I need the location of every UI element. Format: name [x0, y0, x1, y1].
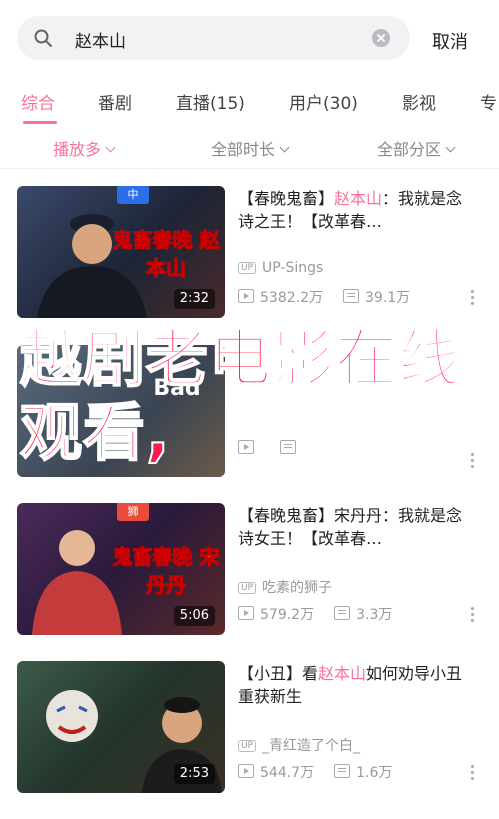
video-item[interactable]: 2:53 【小丑】看赵本山如何劝导小丑重获新生 UP _青红造了个白_ 544.7…	[0, 661, 499, 819]
video-title[interactable]: 【春晚鬼畜】赵本山：我就是念诗之王！【改革春…	[238, 187, 478, 233]
thumb-caption: 鬼畜春晚 赵本山	[112, 228, 220, 281]
title-prefix: 【春晚鬼畜】	[238, 189, 335, 208]
video-title[interactable]: 【小丑】看赵本山如何劝导小丑重获新生	[238, 662, 478, 708]
video-thumbnail[interactable]: 2:53	[17, 661, 225, 793]
thumb-caption: 鬼畜春晚 宋丹丹	[112, 545, 220, 598]
filter-zone[interactable]: 全部分区	[377, 136, 456, 160]
search-header: 赵本山 取消	[0, 0, 499, 78]
play-count-icon	[238, 764, 254, 778]
uploader[interactable]: UP UP-Sings	[238, 260, 323, 276]
video-stats: 579.2万 3.3万	[238, 604, 392, 624]
uploader-name: UP-Sings	[262, 260, 324, 276]
more-icon[interactable]	[471, 765, 475, 783]
uploader[interactable]: UP _青红造了个白_	[238, 735, 360, 755]
title-highlight: 赵本山	[334, 189, 383, 208]
more-icon[interactable]	[471, 607, 475, 625]
search-input[interactable]: 赵本山	[17, 16, 410, 60]
filter-duration[interactable]: 全部时长	[211, 136, 290, 160]
video-item[interactable]: 中 鬼畜春晚 赵本山 2:32 【春晚鬼畜】赵本山：我就是念诗之王！【改革春… …	[0, 186, 499, 344]
video-item[interactable]: 狮 鬼畜春晚 宋丹丹 5:06 【春晚鬼畜】宋丹丹：我就是念诗女王！【改革春… …	[0, 503, 499, 661]
chevron-down-icon	[445, 142, 456, 153]
tab-users[interactable]: 用户(30)	[289, 89, 358, 114]
more-icon[interactable]	[471, 290, 475, 308]
danmaku-icon	[343, 289, 359, 303]
video-stats: 544.7万 1.6万	[238, 762, 392, 782]
search-icon	[34, 29, 52, 47]
danmaku-icon	[334, 606, 351, 620]
danmaku-count: 1.6万	[356, 765, 393, 781]
filter-bar: 播放多 全部时长 全部分区	[0, 128, 499, 169]
video-duration: 5:06	[173, 606, 215, 626]
active-tab-indicator	[23, 121, 57, 124]
chevron-down-icon	[279, 142, 290, 153]
video-duration: 2:53	[173, 764, 215, 784]
tab-movies[interactable]: 影视	[402, 89, 436, 114]
title-prefix: 【小丑】看	[238, 664, 319, 683]
tab-bar: 综合 番剧 直播(15) 用户(30) 影视 专	[0, 80, 499, 126]
tab-special[interactable]: 专	[480, 89, 497, 114]
danmaku-icon	[334, 764, 351, 778]
thumb-badge: 狮	[117, 503, 149, 521]
uploader-name: 吃素的狮子	[262, 580, 333, 596]
tab-all[interactable]: 综合	[21, 89, 55, 114]
clear-icon[interactable]	[372, 29, 390, 47]
filter-duration-label: 全部时长	[211, 140, 276, 159]
filter-sort[interactable]: 播放多	[53, 136, 116, 160]
play-count-icon	[238, 606, 254, 620]
filter-sort-label: 播放多	[53, 140, 102, 159]
up-icon: UP	[238, 582, 257, 594]
video-duration: 2:32	[173, 289, 215, 309]
video-title[interactable]: 【春晚鬼畜】宋丹丹：我就是念诗女王！【改革春…	[238, 504, 478, 550]
up-icon: UP	[238, 740, 257, 752]
tab-live[interactable]: 直播(15)	[176, 89, 245, 114]
filter-zone-label: 全部分区	[377, 140, 442, 159]
title-prefix: 【春晚鬼畜】	[238, 506, 335, 525]
danmaku-count: 3.3万	[356, 607, 393, 623]
up-icon: UP	[238, 262, 257, 274]
video-thumbnail[interactable]: 中 鬼畜春晚 赵本山 2:32	[17, 186, 225, 318]
video-thumbnail[interactable]: 狮 鬼畜春晚 宋丹丹 5:06	[17, 503, 225, 635]
view-count: 579.2万	[260, 607, 315, 623]
view-count: 5382.2万	[260, 290, 323, 306]
cancel-button[interactable]: 取消	[432, 28, 468, 54]
view-count: 544.7万	[260, 765, 315, 781]
overlay-title: 越剧老电影在线观看,	[19, 321, 462, 470]
thumb-badge: 中	[117, 186, 149, 204]
search-query: 赵本山	[75, 32, 126, 52]
chevron-down-icon	[105, 142, 116, 153]
danmaku-count: 39.1万	[365, 290, 411, 306]
video-stats: 5382.2万 39.1万	[238, 287, 410, 307]
title-highlight: 赵本山	[318, 664, 367, 683]
uploader[interactable]: UP 吃素的狮子	[238, 577, 332, 597]
tab-bangumi[interactable]: 番剧	[98, 89, 132, 114]
uploader-name: _青红造了个白_	[262, 738, 361, 754]
play-count-icon	[238, 289, 254, 303]
